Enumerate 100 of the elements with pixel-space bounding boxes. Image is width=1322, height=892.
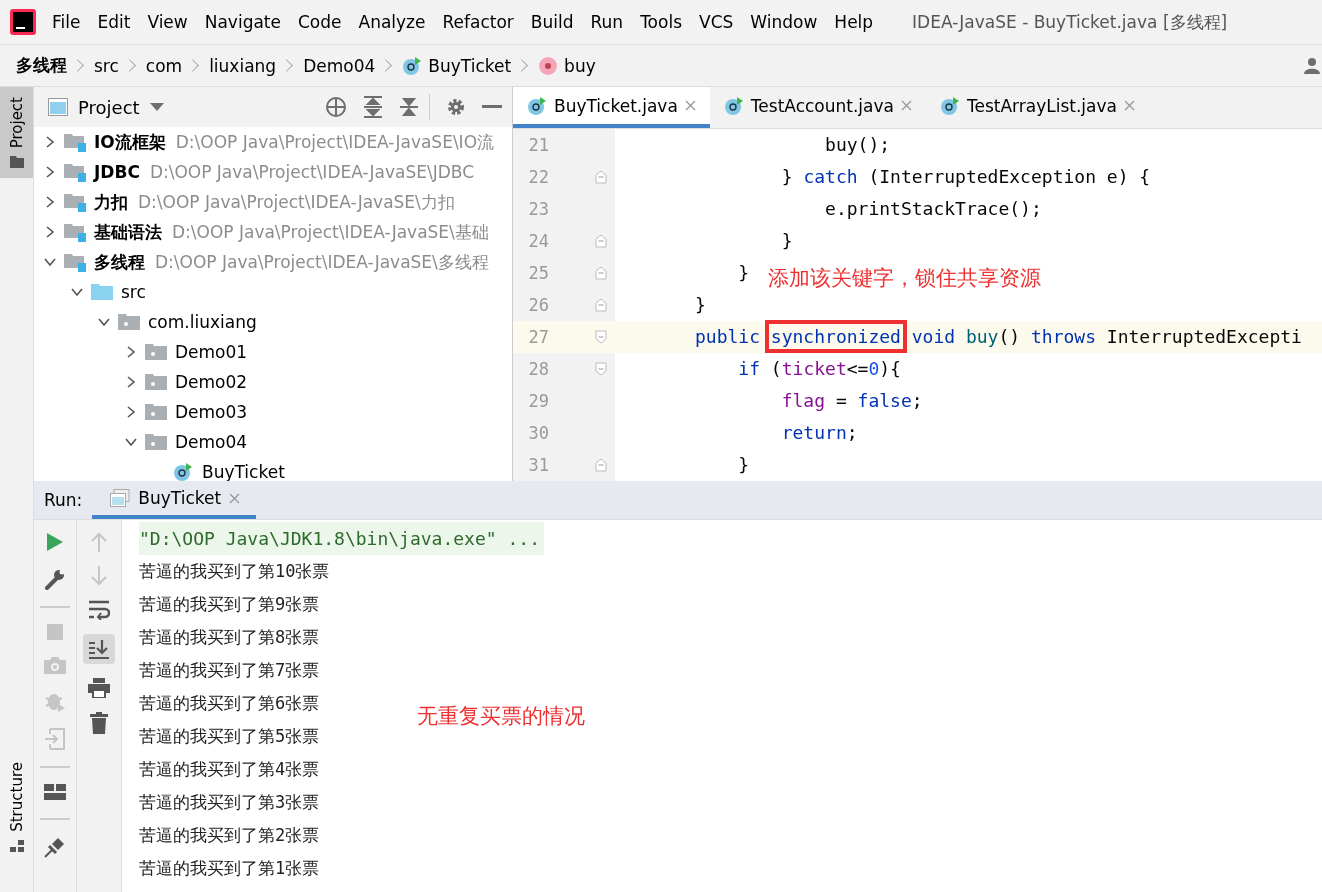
- close-icon[interactable]: [900, 100, 912, 111]
- class-icon: [723, 95, 744, 116]
- fold-start-icon[interactable]: [595, 362, 607, 376]
- close-icon[interactable]: [1124, 100, 1135, 111]
- class-icon: [402, 55, 423, 76]
- method-icon: [538, 55, 559, 76]
- menu-item[interactable]: Edit: [97, 12, 131, 32]
- chevron-down-icon[interactable]: [98, 316, 110, 328]
- window-title: IDEA-JavaSE - BuyTicket.java [多线程]: [912, 10, 1228, 34]
- editor-tab[interactable]: BuyTicket.java: [513, 87, 710, 128]
- annotation-note: 添加该关键字，锁住共享资源: [768, 265, 1041, 292]
- tree-item[interactable]: src: [34, 277, 512, 307]
- hide-icon[interactable]: [482, 105, 502, 109]
- expand-all-icon[interactable]: [363, 96, 383, 118]
- line-number: 29: [527, 390, 549, 413]
- print-icon[interactable]: [88, 678, 110, 698]
- project-tool-tab[interactable]: Project: [0, 87, 33, 179]
- settings-icon[interactable]: [446, 97, 466, 117]
- console-line: 苦逼的我买到了第5张票: [139, 725, 320, 748]
- module-icon: [64, 162, 86, 182]
- trash-icon[interactable]: [90, 712, 108, 734]
- chevron-down-icon[interactable]: [125, 436, 137, 448]
- package-icon: [145, 403, 167, 421]
- chevron-right-icon[interactable]: [125, 406, 137, 418]
- chevron-right-icon[interactable]: [44, 226, 56, 238]
- menu-item[interactable]: Build: [530, 12, 574, 32]
- editor-tab[interactable]: TestArrayList.java: [925, 87, 1149, 128]
- chevron-right-icon[interactable]: [44, 136, 56, 148]
- tree-item[interactable]: 基础语法 D:\OOP Java\Project\IDEA-JavaSE\基础: [34, 217, 512, 247]
- menu-item[interactable]: Window: [750, 12, 818, 32]
- soft-wrap-icon[interactable]: [88, 600, 110, 620]
- tree-item[interactable]: 力扣 D:\OOP Java\Project\IDEA-JavaSE\力扣: [34, 187, 512, 217]
- editor-tab[interactable]: TestAccount.java: [709, 87, 926, 128]
- breadcrumb-item[interactable]: liuxiang: [209, 55, 277, 76]
- chevron-down-icon[interactable]: [44, 256, 56, 268]
- menu-item[interactable]: File: [52, 12, 81, 32]
- menu-item[interactable]: Refactor: [442, 12, 514, 32]
- code-line: public synchronized void buy() throws InterruptedExcepti: [655, 321, 1302, 353]
- code-line: e.printStackTrace();: [824, 197, 1042, 221]
- scroll-to-end-button[interactable]: [83, 634, 115, 664]
- locate-icon[interactable]: [325, 96, 347, 118]
- tree-item[interactable]: IO流框架 D:\OOP Java\Project\IDEA-JavaSE\IO流: [34, 127, 512, 157]
- package-icon: [145, 433, 167, 451]
- breadcrumb-item[interactable]: 多线程: [16, 54, 67, 77]
- chevron-right-icon[interactable]: [44, 166, 56, 178]
- folder-icon: [9, 156, 24, 169]
- console-line: 苦逼的我买到了第1张票: [139, 857, 320, 880]
- close-icon[interactable]: [229, 492, 241, 504]
- code-line: }: [694, 293, 706, 317]
- breadcrumb-item[interactable]: buy: [538, 55, 596, 76]
- collapse-all-icon[interactable]: [399, 96, 419, 118]
- class-icon: [172, 462, 194, 481]
- chevron-right-icon[interactable]: [44, 196, 56, 208]
- line-number: 21: [527, 134, 549, 157]
- console-line: 苦逼的我买到了第2张票: [139, 824, 320, 847]
- line-number: 31: [527, 454, 549, 477]
- layout-icon[interactable]: [44, 784, 66, 802]
- package-icon: [118, 313, 140, 331]
- tree-item[interactable]: Demo03: [34, 397, 512, 427]
- module-icon: [64, 252, 86, 272]
- tree-item[interactable]: JDBC D:\OOP Java\Project\IDEA-JavaSE\JDBC: [34, 157, 512, 187]
- annotation-note: 无重复买票的情况: [417, 703, 585, 730]
- menu-item[interactable]: Analyze: [358, 12, 426, 32]
- tree-item[interactable]: Demo04: [34, 427, 512, 457]
- run-icon[interactable]: [46, 532, 64, 552]
- breadcrumb-item[interactable]: Demo04: [303, 55, 376, 76]
- menu-item[interactable]: Help: [834, 12, 874, 32]
- breadcrumb-item[interactable]: BuyTicket: [402, 55, 512, 76]
- run-label: Run:: [43, 490, 84, 510]
- chevron-down-icon[interactable]: [71, 286, 83, 298]
- console-line: 苦逼的我买到了第7张票: [139, 659, 320, 682]
- tree-item[interactable]: BuyTicket: [34, 457, 512, 481]
- dropdown-icon[interactable]: [149, 103, 164, 111]
- fold-start-icon[interactable]: [595, 330, 607, 344]
- close-icon[interactable]: [684, 100, 696, 111]
- console-icon: [110, 489, 131, 507]
- module-icon: [64, 132, 86, 152]
- tree-item[interactable]: Demo02: [34, 367, 512, 397]
- code-line: }: [780, 229, 793, 253]
- menu-item[interactable]: VCS: [699, 12, 734, 32]
- menu-item[interactable]: Navigate: [204, 12, 281, 32]
- chevron-right-icon[interactable]: [125, 346, 137, 358]
- code-line: }: [737, 453, 750, 477]
- pin-icon[interactable]: [44, 836, 66, 858]
- tree-item[interactable]: com.liuxiang: [34, 307, 512, 337]
- menu-item[interactable]: Tools: [640, 12, 682, 32]
- package-icon: [145, 343, 167, 361]
- breadcrumb-item[interactable]: src: [94, 55, 119, 76]
- structure-tool-tab[interactable]: Structure: [0, 752, 33, 892]
- menu-item[interactable]: View: [147, 12, 188, 32]
- chevron-right-icon[interactable]: [125, 376, 137, 388]
- menu-item[interactable]: Run: [590, 12, 624, 32]
- project-view-selector[interactable]: Project: [78, 96, 140, 118]
- user-icon[interactable]: [1302, 55, 1322, 76]
- line-number: 30: [527, 422, 549, 445]
- tree-item[interactable]: 多线程 D:\OOP Java\Project\IDEA-JavaSE\多线程: [34, 247, 512, 277]
- wrench-icon[interactable]: [44, 568, 66, 590]
- breadcrumb-item[interactable]: com: [145, 55, 183, 76]
- menu-item[interactable]: Code: [298, 12, 342, 32]
- tree-item[interactable]: Demo01: [34, 337, 512, 367]
